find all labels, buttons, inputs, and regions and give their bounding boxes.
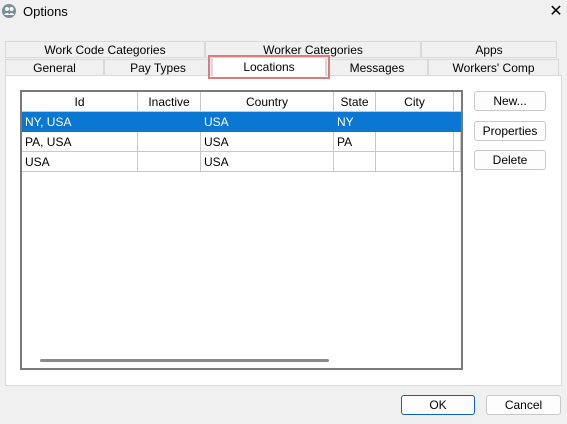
tab-apps[interactable]: Apps [421,41,557,58]
cell-state: NY [334,112,376,132]
cell-filler [454,132,461,152]
tab-work-code-categories[interactable]: Work Code Categories [5,41,205,58]
cancel-button[interactable]: Cancel [486,395,561,415]
table-row[interactable]: PA, USA USA PA [22,132,461,152]
close-icon[interactable]: ✕ [546,2,566,22]
cell-state [334,152,376,172]
tab-locations[interactable]: Locations [212,57,326,76]
cell-country: USA [201,152,334,172]
ok-button[interactable]: OK [401,395,475,415]
table-row[interactable]: NY, USA USA NY [22,112,461,132]
cell-country: USA [201,112,334,132]
cell-city [376,112,454,132]
column-header-city[interactable]: City [376,92,454,112]
delete-button[interactable]: Delete [474,150,546,170]
app-icon [2,4,16,18]
column-header-state[interactable]: State [334,92,376,112]
cell-country: USA [201,132,334,152]
column-header-filler [454,92,461,112]
tab-general[interactable]: General [5,59,104,76]
tab-pay-types[interactable]: Pay Types [104,59,212,76]
cell-id: PA, USA [22,132,138,152]
cell-filler [454,152,461,172]
table-row[interactable]: USA USA [22,152,461,172]
cell-id: USA [22,152,138,172]
properties-button[interactable]: Properties [474,121,546,141]
new-button[interactable]: New... [474,91,546,111]
cell-id: NY, USA [22,112,138,132]
column-header-inactive[interactable]: Inactive [138,92,201,112]
tab-messages[interactable]: Messages [326,59,428,76]
title-bar: Options ✕ [0,0,567,24]
cell-city [376,132,454,152]
cell-city [376,152,454,172]
cell-state: PA [334,132,376,152]
tab-workers-comp[interactable]: Workers' Comp [428,59,559,76]
cell-inactive [138,132,201,152]
cell-filler [454,112,461,132]
locations-table[interactable]: Id Inactive Country State City NY, USA U… [20,90,463,370]
column-header-id[interactable]: Id [22,92,138,112]
cell-inactive [138,152,201,172]
window-title: Options [23,4,68,19]
cell-inactive [138,112,201,132]
horizontal-scrollbar[interactable] [40,359,329,362]
column-header-country[interactable]: Country [201,92,334,112]
tab-worker-categories[interactable]: Worker Categories [205,41,421,58]
